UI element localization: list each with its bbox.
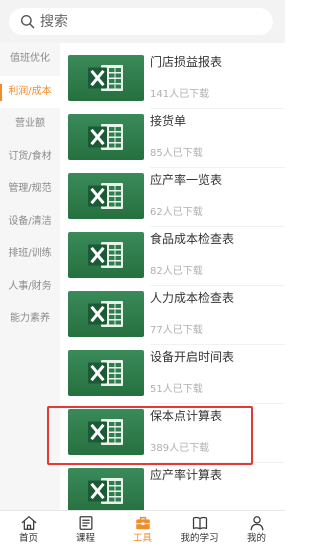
file-title: 门店损益报表 — [150, 55, 223, 69]
sidebar-item-management[interactable]: 管理/规范 — [0, 173, 60, 206]
toolbox-icon — [135, 516, 150, 530]
file-title: 保本点计算表 — [150, 409, 223, 423]
file-title: 设备开启时间表 — [150, 350, 235, 364]
sidebar-item-label: 排班/训练 — [8, 248, 52, 259]
file-title: 接货单 — [150, 114, 187, 128]
file-item[interactable]: 人力成本检查表 77人已下载 — [60, 291, 285, 350]
tab-tools[interactable]: 工具 — [114, 511, 171, 545]
search-header — [0, 0, 285, 43]
download-count: 141人已下载 — [150, 89, 210, 100]
download-count: 62人已下载 — [150, 207, 203, 218]
sidebar-item-label: 能力素养 — [10, 313, 50, 324]
file-item[interactable]: 应产率一览表 62人已下载 — [60, 173, 285, 232]
tab-label: 我的 — [246, 533, 266, 544]
excel-file-icon — [68, 291, 144, 337]
excel-file-icon — [68, 232, 144, 278]
excel-file-icon — [68, 350, 144, 396]
selected-indicator — [0, 83, 2, 101]
file-item[interactable]: 接货单 85人已下载 — [60, 114, 285, 173]
download-count: 82人已下载 — [150, 266, 203, 277]
file-item[interactable]: 设备开启时间表 51人已下载 — [60, 350, 285, 409]
tab-label: 工具 — [132, 533, 152, 544]
file-title: 人力成本检查表 — [150, 291, 235, 305]
row-divider — [150, 108, 285, 109]
sidebar-item-label: 管理/规范 — [8, 183, 52, 194]
file-item[interactable]: 食品成本检查表 82人已下载 — [60, 232, 285, 291]
row-divider — [150, 226, 285, 227]
tab-label: 课程 — [75, 533, 95, 544]
excel-file-icon — [68, 114, 144, 160]
sidebar-item-label: 利润/成本 — [8, 85, 52, 97]
sidebar-item-scheduling[interactable]: 排班/训练 — [0, 238, 60, 271]
tab-profile[interactable]: 我的 — [228, 511, 285, 545]
file-list[interactable]: 门店损益报表 141人已下载 接货单 85人已下载 应产率一览表 62人已下载 … — [60, 43, 285, 510]
excel-file-icon — [68, 468, 144, 510]
excel-file-icon — [68, 409, 144, 455]
file-title: 应产率计算表 — [150, 468, 223, 482]
category-sidebar: 值班优化 利润/成本 营业额 订货/食材 管理/规范 设备/清洁 排班/训练 人… — [0, 43, 60, 510]
tab-label: 首页 — [18, 533, 38, 544]
sidebar-item-competency[interactable]: 能力素养 — [0, 303, 60, 336]
sidebar-item-equipment[interactable]: 设备/清洁 — [0, 206, 60, 239]
sidebar-item-hr-finance[interactable]: 人事/财务 — [0, 271, 60, 304]
row-divider — [150, 167, 285, 168]
search-bar[interactable] — [9, 8, 273, 35]
tab-courses[interactable]: 课程 — [57, 511, 114, 545]
sidebar-item-duty-optimization[interactable]: 值班优化 — [0, 43, 60, 76]
file-item[interactable]: 应产率计算表 — [60, 468, 285, 510]
row-divider — [150, 285, 285, 286]
row-divider — [150, 344, 285, 345]
person-icon — [250, 516, 263, 531]
excel-file-icon — [68, 173, 144, 219]
home-icon — [21, 516, 36, 530]
file-title: 食品成本检查表 — [150, 232, 235, 246]
sidebar-item-label: 订货/食材 — [8, 150, 52, 162]
tab-home[interactable]: 首页 — [0, 511, 57, 545]
row-divider — [150, 462, 285, 463]
sidebar-item-label: 营业额 — [15, 118, 45, 129]
course-icon — [79, 516, 92, 530]
sidebar-item-revenue[interactable]: 营业额 — [0, 108, 60, 141]
file-item[interactable]: 门店损益报表 141人已下载 — [60, 55, 285, 114]
row-divider — [150, 403, 285, 404]
download-count: 389人已下载 — [150, 443, 210, 454]
tab-my-learning[interactable]: 我的学习 — [171, 511, 228, 545]
tab-label: 我的学习 — [180, 533, 219, 544]
download-count: 77人已下载 — [150, 325, 203, 336]
book-icon — [192, 517, 207, 530]
sidebar-item-label: 设备/清洁 — [8, 215, 52, 227]
file-item-highlighted[interactable]: 保本点计算表 389人已下载 — [60, 409, 285, 468]
download-count: 85人已下载 — [150, 148, 203, 159]
search-input[interactable] — [40, 8, 265, 35]
download-count: 51人已下载 — [150, 384, 203, 395]
excel-file-icon — [68, 55, 144, 101]
sidebar-item-profit-cost[interactable]: 利润/成本 — [0, 75, 60, 108]
file-title: 应产率一览表 — [150, 173, 223, 187]
sidebar-item-ordering[interactable]: 订货/食材 — [0, 141, 60, 174]
sidebar-item-label: 人事/财务 — [8, 280, 52, 292]
bottom-tab-bar: 首页 课程 工具 我的学习 我的 — [0, 510, 285, 545]
sidebar-item-label: 值班优化 — [10, 53, 50, 64]
search-icon — [20, 14, 35, 29]
